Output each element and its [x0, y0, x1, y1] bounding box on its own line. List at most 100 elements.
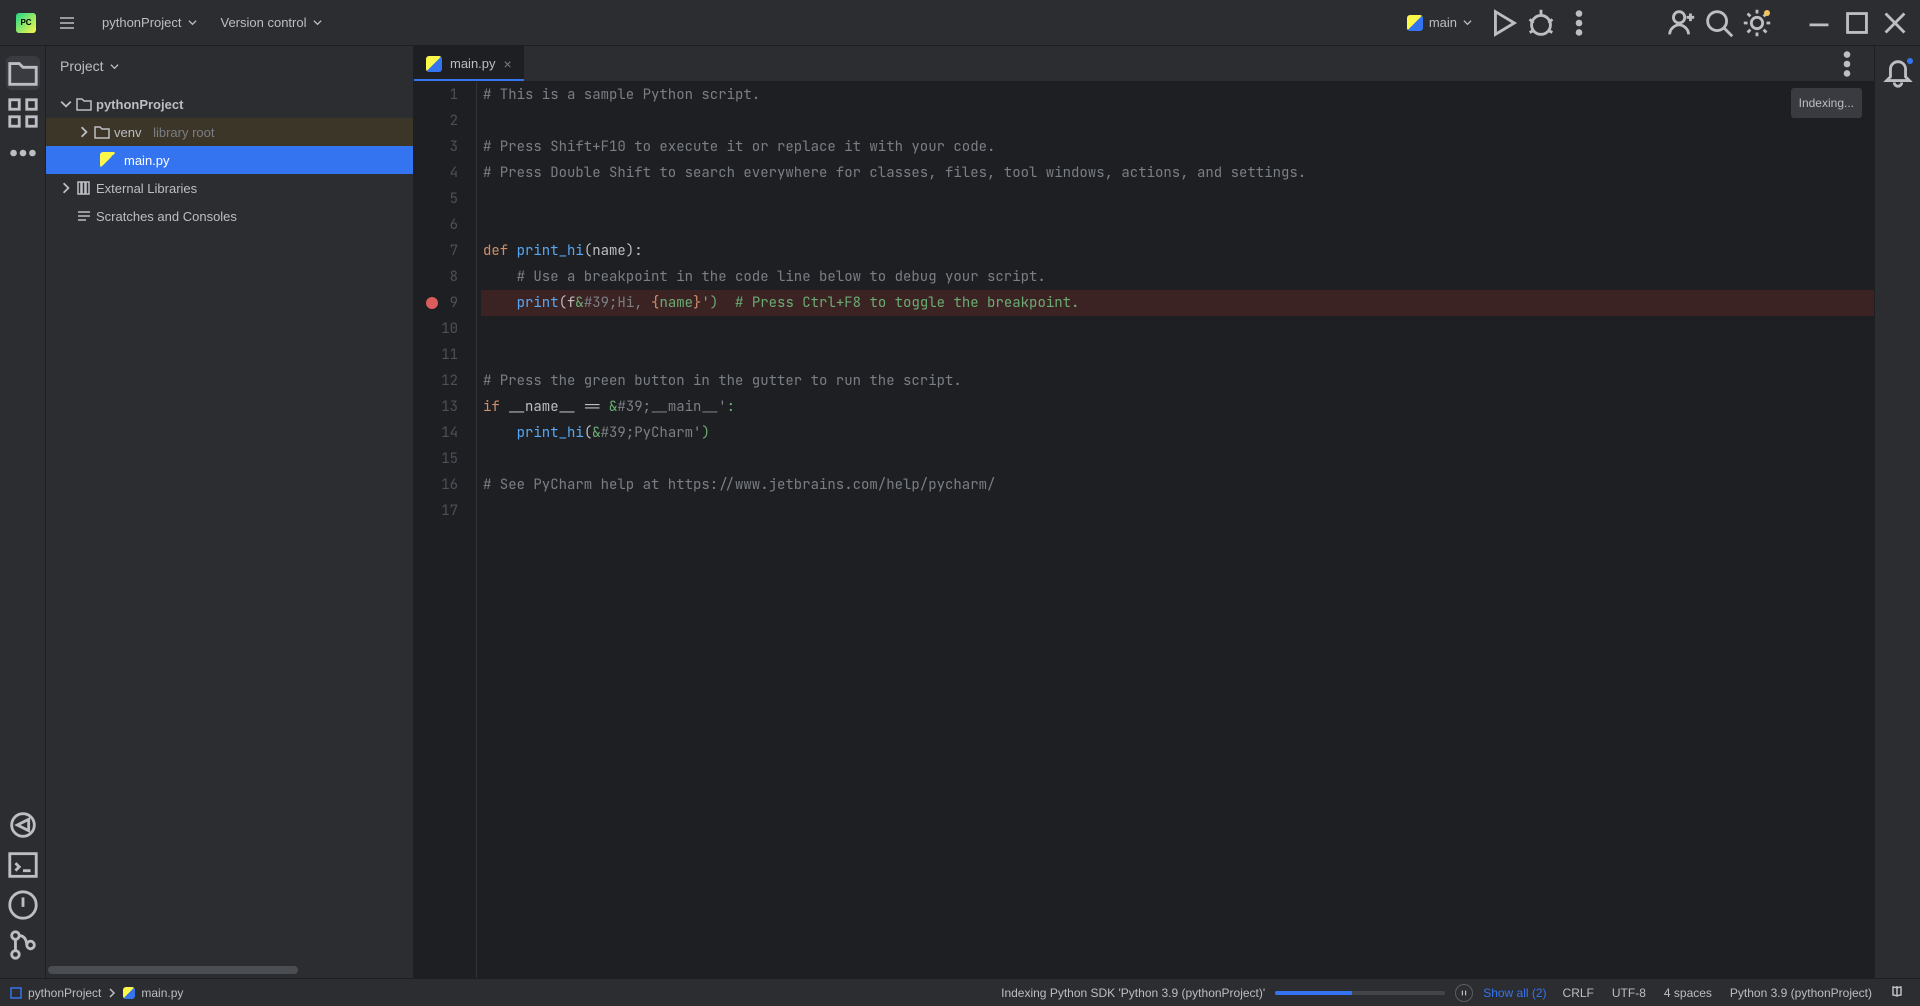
code-line[interactable]: # Press Double Shift to search everywher…	[481, 160, 1874, 186]
code-line[interactable]	[481, 212, 1874, 238]
tree-root-folder[interactable]: pythonProject	[46, 90, 413, 118]
debug-button[interactable]	[1524, 6, 1558, 40]
reader-mode-icon[interactable]	[1890, 984, 1904, 1001]
gutter-line[interactable]: 12	[414, 368, 458, 394]
gutter-line[interactable]: 13	[414, 394, 458, 420]
code-line[interactable]: if __name__ == &#39;__main__':	[481, 394, 1874, 420]
venv-hint: library root	[153, 125, 214, 140]
maximize-button[interactable]	[1840, 6, 1874, 40]
close-window-button[interactable]	[1878, 6, 1912, 40]
code-line[interactable]: # See PyCharm help at https://www.jetbra…	[481, 472, 1874, 498]
settings-update-badge	[1764, 10, 1770, 16]
line-separator[interactable]: CRLF	[1563, 986, 1594, 1000]
more-actions-button[interactable]	[1562, 6, 1596, 40]
gutter-line[interactable]: 9	[414, 290, 458, 316]
gutter-line[interactable]: 5	[414, 186, 458, 212]
code-line[interactable]: # This is a sample Python script.	[481, 82, 1874, 108]
gutter-line[interactable]: 3	[414, 134, 458, 160]
code-with-me-button[interactable]	[1664, 6, 1698, 40]
gutter-line[interactable]: 2	[414, 108, 458, 134]
code-line[interactable]: print(f&#39;Hi, {name}') # Press Ctrl+F8…	[481, 290, 1874, 316]
tree-file-main[interactable]: main.py	[46, 146, 413, 174]
gutter-line[interactable]: 11	[414, 342, 458, 368]
gutter-line[interactable]: 7	[414, 238, 458, 264]
settings-button[interactable]	[1740, 6, 1774, 40]
library-icon	[76, 180, 92, 196]
progress-fill	[1275, 991, 1352, 995]
gutter-line[interactable]: 10	[414, 316, 458, 342]
folder-icon	[76, 96, 92, 112]
gutter-line[interactable]: 8	[414, 264, 458, 290]
chevron-right-icon	[107, 988, 117, 998]
gutter-line[interactable]: 15	[414, 446, 458, 472]
tree-scratches[interactable]: Scratches and Consoles	[46, 202, 413, 230]
run-config-selector[interactable]: main	[1397, 11, 1482, 35]
right-tool-strip	[1874, 46, 1920, 978]
terminal-button[interactable]	[6, 848, 40, 882]
indexing-status: Indexing Python SDK 'Python 3.9 (pythonP…	[1001, 986, 1265, 1000]
editor[interactable]: Indexing... 1234567891011121314151617 # …	[414, 82, 1874, 978]
chevron-down-icon	[110, 62, 119, 71]
editor-tab-main[interactable]: main.py ×	[414, 46, 524, 81]
project-tool-button[interactable]	[6, 56, 40, 90]
code-line[interactable]: def print_hi(name):	[481, 238, 1874, 264]
vcs-menu[interactable]: Version control	[209, 11, 334, 34]
project-panel-header[interactable]: Project	[46, 46, 413, 86]
code-line[interactable]	[481, 316, 1874, 342]
gutter-line[interactable]: 6	[414, 212, 458, 238]
python-file-icon	[123, 987, 135, 999]
chevron-down-icon	[1463, 18, 1472, 27]
folder-icon	[94, 124, 110, 140]
pause-indexing-button[interactable]	[1455, 984, 1473, 1002]
code-line[interactable]	[481, 498, 1874, 524]
gutter[interactable]: 1234567891011121314151617	[414, 82, 476, 978]
indent[interactable]: 4 spaces	[1664, 986, 1712, 1000]
code-line[interactable]	[481, 186, 1874, 212]
tree-venv-folder[interactable]: venv library root	[46, 118, 413, 146]
minimize-button[interactable]	[1802, 6, 1836, 40]
tab-more-button[interactable]	[1830, 47, 1864, 81]
more-tools-button[interactable]	[6, 136, 40, 170]
file-label: main.py	[124, 153, 170, 168]
collapse-icon[interactable]	[78, 126, 90, 138]
python-icon	[1407, 15, 1423, 31]
python-packages-button[interactable]	[6, 808, 40, 842]
gutter-line[interactable]: 17	[414, 498, 458, 524]
code-line[interactable]	[481, 108, 1874, 134]
project-menu[interactable]: pythonProject	[90, 11, 209, 34]
breakpoint-icon[interactable]	[426, 297, 438, 309]
code-line[interactable]: # Press Shift+F10 to execute it or repla…	[481, 134, 1874, 160]
structure-tool-button[interactable]	[6, 96, 40, 130]
project-panel: Project pythonProject venv library root …	[46, 46, 414, 978]
notifications-button[interactable]	[1881, 56, 1915, 90]
code-line[interactable]: # Use a breakpoint in the code line belo…	[481, 264, 1874, 290]
search-everywhere-button[interactable]	[1702, 6, 1736, 40]
code-line[interactable]: # Press the green button in the gutter t…	[481, 368, 1874, 394]
main-menu-button[interactable]	[44, 6, 90, 40]
collapse-icon[interactable]	[60, 182, 72, 194]
module-icon	[10, 987, 22, 999]
gutter-line[interactable]: 4	[414, 160, 458, 186]
interpreter[interactable]: Python 3.9 (pythonProject)	[1730, 986, 1872, 1000]
gutter-line[interactable]: 16	[414, 472, 458, 498]
breadcrumb-root: pythonProject	[28, 986, 101, 1000]
gutter-line[interactable]: 1	[414, 82, 458, 108]
code-line[interactable]: print_hi(&#39;PyCharm')	[481, 420, 1874, 446]
navigation-breadcrumb[interactable]: pythonProject main.py	[10, 986, 183, 1000]
code-line[interactable]	[481, 446, 1874, 472]
python-file-icon	[426, 56, 442, 72]
horizontal-scrollbar[interactable]	[48, 966, 298, 974]
problems-button[interactable]	[6, 888, 40, 922]
code-line[interactable]	[481, 342, 1874, 368]
tree-external-libraries[interactable]: External Libraries	[46, 174, 413, 202]
encoding[interactable]: UTF-8	[1612, 986, 1646, 1000]
git-button[interactable]	[6, 928, 40, 962]
code-area[interactable]: # This is a sample Python script. # Pres…	[476, 82, 1874, 978]
gutter-line[interactable]: 14	[414, 420, 458, 446]
project-tree: pythonProject venv library root main.py …	[46, 86, 413, 978]
close-tab-button[interactable]: ×	[504, 56, 512, 72]
vcs-label: Version control	[221, 15, 307, 30]
run-button[interactable]	[1486, 6, 1520, 40]
show-all-tasks[interactable]: Show all (2)	[1483, 986, 1546, 1000]
expand-icon[interactable]	[60, 98, 72, 110]
